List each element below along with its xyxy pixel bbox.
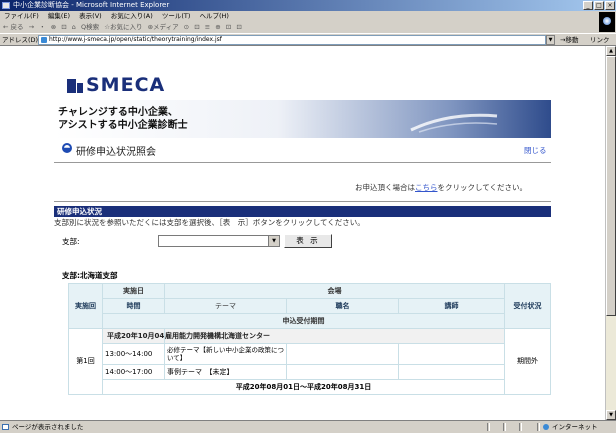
windows-logo-icon xyxy=(599,12,615,32)
page-title: 研修申込状況照会 xyxy=(76,147,156,158)
search-button[interactable]: Q検索 xyxy=(81,23,99,31)
menu-favorites[interactable]: お気に入り(A) xyxy=(111,12,153,20)
page-title-icon xyxy=(62,143,72,153)
apply-notice-before: お申込頂く場合は xyxy=(355,183,415,192)
window-title: 中小企業診断協会 - Microsoft Internet Explorer xyxy=(13,1,170,9)
menu-bar: ファイル(F) 編集(E) 表示(V) お気に入り(A) ツール(T) ヘルプ(… xyxy=(0,11,616,22)
lecturer-cell xyxy=(397,364,506,380)
col-header-period: 申込受付期間 xyxy=(101,313,506,329)
title-bar: 中小企業診断協会 - Microsoft Internet Explorer _… xyxy=(0,0,616,11)
menu-file[interactable]: ファイル(F) xyxy=(4,12,39,20)
status-separator xyxy=(537,423,540,431)
show-button[interactable]: 表 示 xyxy=(284,234,332,248)
edit-icon[interactable]: ⊕ xyxy=(215,23,220,31)
toolbar-separator: ・ xyxy=(39,23,46,31)
status-bar: ページが表示されました インターネット xyxy=(0,420,616,433)
smeca-logo-text: SMECA xyxy=(86,74,166,96)
status-text: ページが表示されました xyxy=(12,423,84,431)
col-header-course: 職名 xyxy=(286,298,399,314)
menu-help[interactable]: ヘルプ(H) xyxy=(200,12,229,20)
branch-name: 北海道支部 xyxy=(80,271,118,280)
address-label: アドレス(D) xyxy=(2,36,39,44)
apply-notice: お申込頂く場合はこちらをクリックしてください。 xyxy=(355,182,527,193)
section-description: 支部別に状況を参照いただくには支部を選択後、［表 示］ボタンをクリックしてくださ… xyxy=(54,218,365,227)
branch-heading-label: 支部: xyxy=(62,271,80,280)
table-row: 13:00〜14:00 必修テーマ【新しい中小企業の政策について】 xyxy=(69,343,551,365)
venue-cell: 雇用能力開発機構北海道センター xyxy=(163,328,506,344)
window-controls: _ □ × xyxy=(583,1,615,10)
forward-button[interactable]: → xyxy=(29,23,34,31)
col-header-lecturer: 講師 xyxy=(397,298,506,314)
address-bar: アドレス(D) http://www.j-smeca.jp/open/stati… xyxy=(0,33,616,46)
status-separator xyxy=(487,423,490,431)
close-link[interactable]: 閉じる xyxy=(524,145,547,156)
banner-tagline-2: アシストする中小企業診断士 xyxy=(58,120,188,131)
course-cell xyxy=(286,364,399,380)
chevron-down-icon[interactable]: ▼ xyxy=(268,236,279,246)
header-banner: チャレンジする中小企業、 アシストする中小企業診断士 xyxy=(54,100,551,138)
branch-heading: 支部:北海道支部 xyxy=(62,270,118,281)
close-window-button[interactable]: × xyxy=(605,1,615,10)
links-button[interactable]: リンク xyxy=(590,35,610,45)
go-button[interactable]: →移動 xyxy=(560,35,578,45)
scroll-up-icon[interactable]: ▲ xyxy=(606,46,616,56)
address-input[interactable]: http://www.j-smeca.jp/open/static/theory… xyxy=(38,35,546,45)
time-cell: 14:00〜17:00 xyxy=(102,364,165,380)
media-button[interactable]: ⊛メディア xyxy=(148,23,179,31)
theme-cell: 事例テーマ 【未定】 xyxy=(164,364,287,380)
vertical-scrollbar[interactable]: ▲ ▼ xyxy=(605,46,616,420)
favorites-button[interactable]: ☆お気に入り xyxy=(104,23,142,31)
col-header-theme: テーマ xyxy=(164,298,287,314)
section-title: 研修申込状況 xyxy=(54,206,551,217)
apply-here-link[interactable]: こちら xyxy=(415,183,438,192)
page-done-icon xyxy=(2,424,9,430)
col-header-date: 実施日 xyxy=(102,283,165,299)
mail-icon[interactable]: ⊡ xyxy=(194,23,199,31)
maximize-button[interactable]: □ xyxy=(594,1,604,10)
divider xyxy=(54,162,551,163)
table-row: 平成20年08月01日〜平成20年08月31日 xyxy=(69,379,551,395)
date-cell: 平成20年10月04日(土) xyxy=(102,328,165,344)
status-separator xyxy=(503,423,506,431)
col-header-status: 受付状況 xyxy=(504,283,552,329)
course-cell xyxy=(286,343,399,365)
smeca-logo-icon xyxy=(67,79,83,93)
banner-swoosh-graphic xyxy=(410,113,498,133)
period-cell: 平成20年08月01日〜平成20年08月31日 xyxy=(101,379,506,395)
discuss-icon[interactable]: ⊡ xyxy=(226,23,231,31)
table-row: 第1回 平成20年10月04日(土) 雇用能力開発機構北海道センター 期間外 xyxy=(68,328,552,395)
back-button[interactable]: ← 戻る xyxy=(3,23,24,31)
menu-view[interactable]: 表示(V) xyxy=(79,12,102,20)
print-icon[interactable]: ≡ xyxy=(205,23,210,31)
lecturer-cell xyxy=(397,343,506,365)
address-dropdown-icon[interactable]: ▼ xyxy=(546,35,555,45)
scroll-thumb[interactable] xyxy=(606,56,616,316)
time-cell: 13:00〜14:00 xyxy=(102,343,165,365)
round-cell: 第1回 xyxy=(68,328,103,395)
refresh-icon[interactable]: ⊡ xyxy=(61,23,66,31)
col-header-time: 時間 xyxy=(102,298,165,314)
apply-notice-after: をクリックしてください。 xyxy=(437,183,528,192)
toolbar: ← 戻る → ・ ⊗ ⊡ ⌂ Q検索 ☆お気に入り ⊛メディア ⊙ ⊡ ≡ ⊕ … xyxy=(0,22,600,33)
theme-cell: 必修テーマ【新しい中小企業の政策について】 xyxy=(164,343,287,365)
status-cell: 期間外 xyxy=(504,328,552,395)
ie-page-icon xyxy=(2,2,10,9)
table-row: 14:00〜17:00 事例テーマ 【未定】 xyxy=(69,364,551,380)
branch-filter-label: 支部: xyxy=(62,237,80,246)
home-icon[interactable]: ⌂ xyxy=(72,23,76,31)
col-header-venue: 会場 xyxy=(163,283,506,299)
menu-tools[interactable]: ツール(T) xyxy=(162,12,191,20)
stop-icon[interactable]: ⊗ xyxy=(51,23,56,31)
messenger-icon[interactable]: ⊡ xyxy=(236,23,241,31)
minimize-button[interactable]: _ xyxy=(583,1,593,10)
menu-edit[interactable]: 編集(E) xyxy=(48,12,70,20)
internet-zone-label: インターネット xyxy=(543,421,598,433)
history-icon[interactable]: ⊙ xyxy=(184,23,189,31)
divider xyxy=(54,201,551,202)
branch-select[interactable]: ▼ xyxy=(158,235,280,247)
status-separator xyxy=(519,423,522,431)
training-schedule-table: 実施回 実施日 会場 受付状況 時間 テーマ 職名 講師 申込受付期間 第1回 … xyxy=(68,283,552,395)
col-header-round: 実施回 xyxy=(68,283,103,329)
scroll-down-icon[interactable]: ▼ xyxy=(606,410,616,420)
